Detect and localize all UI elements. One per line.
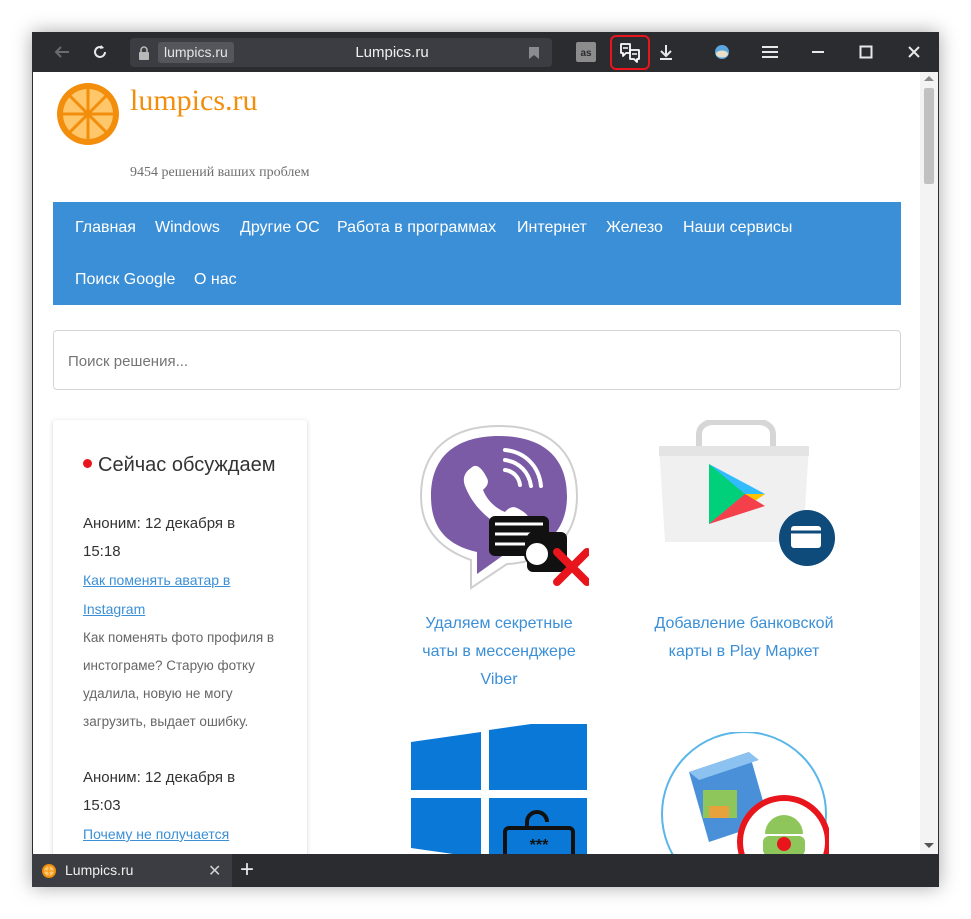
nav-item-programs[interactable]: Работа в программах: [337, 218, 496, 238]
tab-close-icon[interactable]: ✕: [208, 861, 221, 881]
comment-time: 15:03: [83, 797, 121, 814]
main-navigation: Главная Windows Другие ОС Работа в прогр…: [53, 202, 901, 305]
browser-toolbar: lumpics.ru Lumpics.ru as: [32, 32, 939, 72]
comment-excerpt: Как поменять фото профиля в инстограме? …: [83, 630, 275, 729]
comment-item: Аноним: 12 декабря в 15:18 Как поменять …: [83, 510, 283, 736]
tab-lumpics[interactable]: Lumpics.ru ✕: [32, 854, 232, 887]
lastfm-button[interactable]: as: [572, 38, 600, 66]
close-icon: [908, 46, 920, 58]
download-button[interactable]: [652, 38, 680, 66]
reader-mode-button[interactable]: [610, 35, 650, 70]
discussion-sidebar: Сейчас обсуждаем Аноним: 12 декабря в 15…: [53, 420, 307, 854]
comment-author: Аноним: 12 декабря в: [83, 769, 236, 786]
vertical-scrollbar[interactable]: [920, 72, 938, 854]
minimize-icon: [812, 51, 824, 53]
site-name[interactable]: lumpics.ru: [130, 84, 258, 118]
nav-item-windows[interactable]: Windows: [155, 218, 220, 238]
svg-text:as: as: [580, 48, 592, 59]
site-search: [53, 330, 901, 390]
nav-item-about[interactable]: О нас: [194, 270, 237, 290]
address-domain[interactable]: lumpics.ru: [158, 42, 234, 63]
bookmark-icon[interactable]: [528, 46, 540, 60]
nav-item-other-os[interactable]: Другие ОС: [240, 218, 320, 238]
play-market-icon[interactable]: [649, 420, 839, 570]
nav-item-home[interactable]: Главная: [75, 218, 136, 238]
article-card-title[interactable]: Удаляем секретные чаты в мессенджере Vib…: [409, 610, 589, 694]
comment-article-link[interactable]: Как поменять аватар в Instagram: [83, 572, 230, 617]
address-bar[interactable]: lumpics.ru Lumpics.ru: [130, 38, 552, 67]
maximize-button[interactable]: [852, 38, 880, 66]
scroll-down-arrow-icon[interactable]: [924, 843, 934, 848]
article-card-title[interactable]: Добавление банковской карты в Play Марке…: [639, 610, 849, 666]
android-install-icon[interactable]: [659, 732, 829, 854]
reload-icon: [94, 45, 106, 58]
close-window-button[interactable]: [900, 38, 928, 66]
comment-time: 15:18: [83, 543, 121, 560]
weather-icon: [715, 45, 729, 59]
reader-mode-icon: [620, 42, 640, 63]
browser-window: lumpics.ru Lumpics.ru as lumpics.ru 9454…: [32, 32, 939, 887]
hamburger-icon: [762, 46, 778, 58]
lock-icon: [139, 46, 149, 60]
scroll-thumb[interactable]: [924, 88, 934, 184]
nav-item-hardware[interactable]: Железо: [606, 218, 663, 238]
lastfm-icon: as: [576, 42, 596, 62]
maximize-icon: [859, 45, 873, 59]
comment-author: Аноним: 12 декабря в: [83, 515, 236, 532]
viber-icon[interactable]: [409, 420, 589, 600]
menu-button[interactable]: [756, 38, 784, 66]
reload-button[interactable]: [86, 38, 114, 66]
minimize-button[interactable]: [804, 38, 832, 66]
tab-bar: Lumpics.ru ✕ +: [32, 854, 939, 887]
comment-article-link[interactable]: Почему не получается зарегистрироваться …: [83, 826, 229, 854]
download-icon: [660, 45, 672, 60]
scroll-up-arrow-icon[interactable]: [924, 76, 934, 81]
page-viewport: lumpics.ru 9454 решений ваших проблем Гл…: [33, 72, 938, 854]
back-button[interactable]: [48, 38, 76, 66]
arrow-left-icon: [54, 46, 69, 58]
svg-text:***: ***: [530, 837, 549, 854]
sidebar-heading: Сейчас обсуждаем: [83, 454, 275, 477]
weather-button[interactable]: [708, 38, 736, 66]
nav-item-services[interactable]: Наши сервисы: [683, 218, 792, 238]
site-tagline: 9454 решений ваших проблем: [130, 165, 310, 180]
tab-title: Lumpics.ru: [65, 862, 134, 878]
orange-favicon-icon: [42, 864, 56, 878]
site-logo-icon[interactable]: [56, 82, 120, 146]
address-page-title[interactable]: Lumpics.ru: [322, 38, 462, 67]
live-dot-icon: [83, 459, 92, 468]
comment-item: Аноним: 12 декабря в 15:03 Почему не пол…: [83, 764, 283, 854]
windows-icon[interactable]: ***: [411, 724, 591, 854]
nav-item-internet[interactable]: Интернет: [517, 218, 587, 238]
search-input[interactable]: [68, 349, 868, 373]
nav-item-google-search[interactable]: Поиск Google: [75, 270, 175, 290]
new-tab-button[interactable]: +: [240, 857, 254, 883]
